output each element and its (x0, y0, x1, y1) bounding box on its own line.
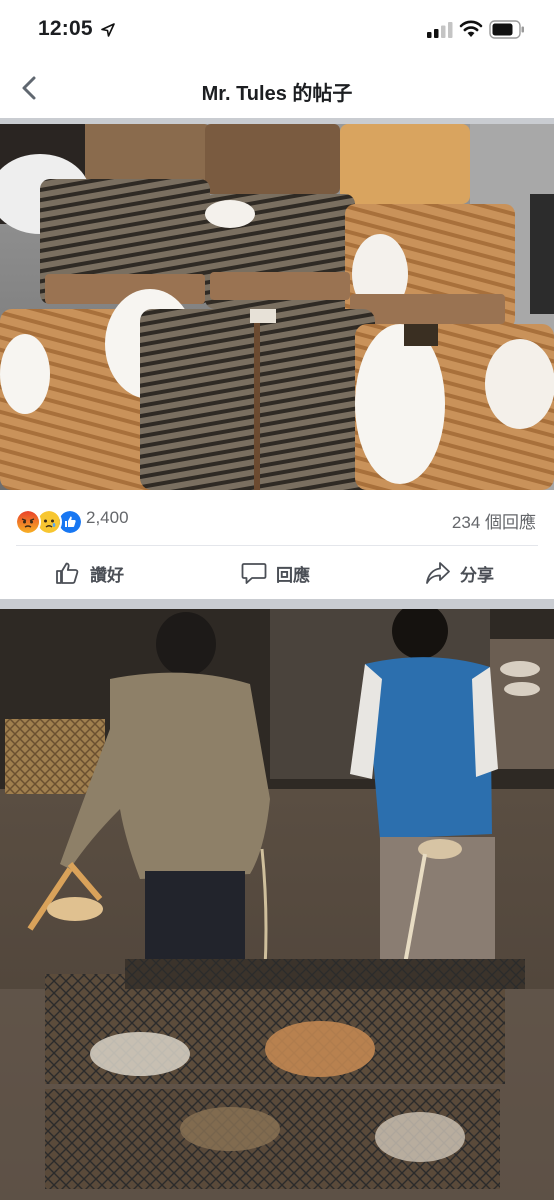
angry-emoji (15, 509, 41, 535)
signal-icon (427, 22, 453, 38)
share-button[interactable]: 分享 (424, 556, 494, 590)
wifi-icon (459, 20, 483, 37)
status-bar: 12:05 (0, 0, 554, 60)
comment-button[interactable]: 回應 (240, 556, 310, 590)
reaction-count[interactable]: 2,400 (86, 508, 129, 528)
status-time: 12:05 (38, 17, 93, 40)
thumbs-up-icon (56, 562, 79, 584)
post-photo-fur-vests[interactable] (0, 124, 554, 490)
section-divider (0, 599, 554, 609)
like-label: 讚好 (90, 565, 124, 585)
comment-label: 回應 (276, 565, 310, 585)
share-icon (426, 562, 450, 584)
fur-vests-image (0, 124, 554, 490)
nav-bar: Mr. Tules 的帖子 (0, 60, 554, 119)
divider (16, 545, 538, 546)
comment-count[interactable]: 234 個回應 (452, 508, 536, 533)
share-label: 分享 (460, 565, 494, 585)
post-photo-market[interactable] (0, 609, 554, 1200)
comment-icon (241, 563, 267, 584)
market-image (0, 609, 554, 1200)
page-title: Mr. Tules 的帖子 (201, 83, 353, 105)
battery-icon (489, 20, 524, 39)
like-button[interactable]: 讚好 (54, 556, 124, 590)
location-arrow-icon (101, 23, 115, 37)
